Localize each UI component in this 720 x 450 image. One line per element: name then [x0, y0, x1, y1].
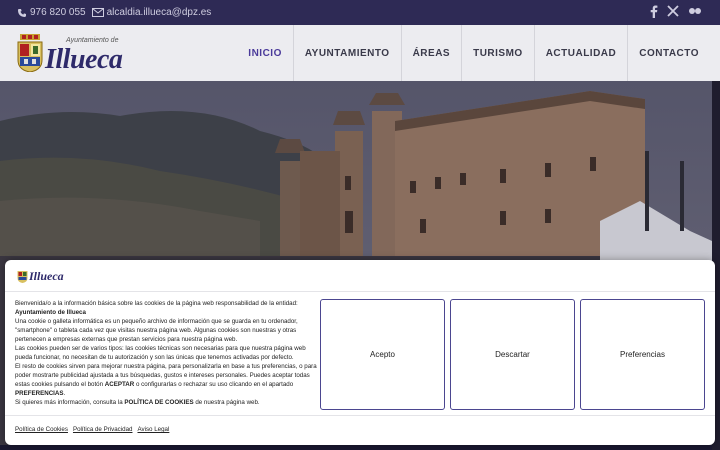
nav-item-inicio[interactable]: INICIO — [237, 25, 293, 81]
cookie-policy-inline-link[interactable]: POLÍTICA DE COOKIES — [124, 399, 193, 406]
accept-button[interactable]: Acepto — [320, 299, 445, 410]
nav-item-contacto[interactable]: CONTACTO — [627, 25, 710, 81]
x-twitter-icon[interactable] — [667, 5, 679, 20]
legal-notice-link[interactable]: Aviso Legal — [137, 426, 169, 433]
cookie-policy-link[interactable]: Política de Cookies — [15, 426, 68, 433]
main-nav: INICIO AYUNTAMIENTO ÁREAS TURISMO ACTUAL… — [237, 25, 710, 81]
top-contact-bar: 976 820 055 alcaldia.illueca@dpz.es — [0, 0, 720, 25]
contact-info: 976 820 055 alcaldia.illueca@dpz.es — [0, 7, 211, 18]
privacy-policy-link[interactable]: Política de Privacidad — [73, 426, 133, 433]
phone-icon — [17, 8, 27, 18]
cookie-para-3: El resto de cookies sirven para mejorar … — [15, 363, 317, 397]
footer-strip — [0, 445, 712, 450]
cookie-para-1: Una cookie o galleta informática es un p… — [15, 318, 298, 343]
decline-button[interactable]: Descartar — [450, 299, 575, 410]
cookie-consent-banner: Illueca Bienvenida/o a la información bá… — [5, 260, 715, 445]
email-address: alcaldia.illueca@dpz.es — [106, 7, 212, 18]
logo-subtitle: Ayuntamiento de — [66, 37, 119, 44]
divider — [5, 291, 715, 292]
email-contact[interactable]: alcaldia.illueca@dpz.es — [91, 7, 212, 18]
site-header: Ayuntamiento de Illueca INICIO AYUNTAMIE… — [0, 25, 720, 81]
logo-name: Illueca — [45, 44, 123, 75]
preferences-button[interactable]: Preferencias — [580, 299, 705, 410]
nav-item-areas[interactable]: ÁREAS — [400, 25, 462, 81]
social-links — [650, 0, 702, 25]
cookie-entity: Ayuntamiento de Illueca — [15, 309, 86, 316]
envelope-icon — [91, 8, 104, 17]
nav-item-turismo[interactable]: TURISMO — [461, 25, 534, 81]
cookie-footer-links: Política de Cookies Política de Privacid… — [15, 426, 169, 433]
divider — [5, 415, 715, 416]
nav-item-actualidad[interactable]: ACTUALIDAD — [533, 25, 628, 81]
cookie-intro: Bienvenida/o a la información básica sob… — [15, 300, 298, 307]
cookie-para-2: Las cookies pueden ser de varios tipos: … — [15, 345, 306, 361]
nav-item-ayuntamiento[interactable]: AYUNTAMIENTO — [292, 25, 401, 81]
coat-of-arms-small-icon — [17, 271, 28, 283]
cookie-para-4: Si quieres más información, consulta la … — [15, 399, 260, 406]
coat-of-arms-icon — [17, 34, 43, 72]
facebook-icon[interactable] — [650, 5, 658, 21]
cookie-text: Bienvenida/o a la información básica sob… — [15, 299, 317, 407]
site-logo[interactable]: Ayuntamiento de Illueca — [16, 34, 138, 75]
cookie-logo-name: Illueca — [29, 269, 64, 283]
phone-number: 976 820 055 — [30, 7, 86, 18]
cookie-banner-logo: Illueca — [17, 268, 73, 286]
phone-contact[interactable]: 976 820 055 — [17, 7, 86, 18]
flickr-icon[interactable] — [688, 7, 702, 18]
